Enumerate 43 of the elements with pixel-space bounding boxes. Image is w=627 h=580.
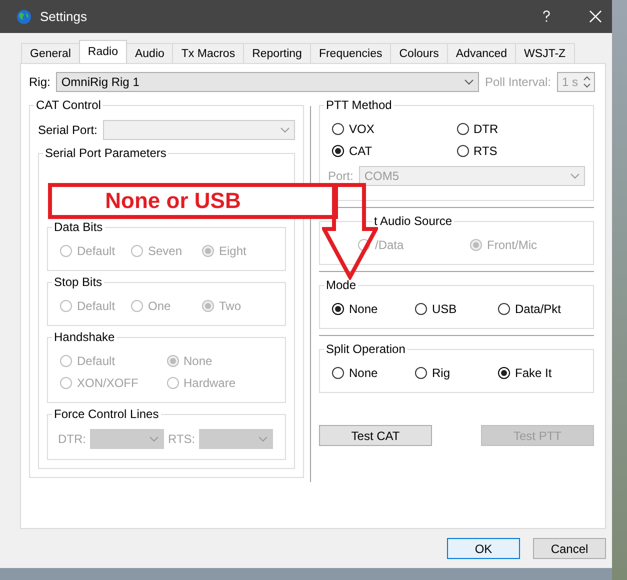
poll-interval-label: Poll Interval: bbox=[484, 75, 551, 89]
line-label: DTR: bbox=[58, 432, 86, 446]
chevron-down-icon bbox=[464, 79, 474, 85]
group-title: CAT Control bbox=[35, 98, 102, 112]
port-label: Port: bbox=[328, 169, 354, 183]
globe-icon bbox=[16, 8, 32, 24]
close-icon[interactable] bbox=[589, 10, 602, 23]
radio-button[interactable]: CAT bbox=[332, 142, 372, 160]
group-title: PTT Method bbox=[325, 98, 393, 112]
group-title: Serial Port Parameters bbox=[44, 146, 168, 160]
radio-button[interactable]: None bbox=[332, 300, 378, 318]
group-title: Force Control Lines bbox=[53, 407, 160, 421]
serial-port-label: Serial Port: bbox=[38, 123, 98, 137]
radio-button[interactable]: RTS bbox=[456, 142, 498, 160]
line-label: RTS: bbox=[168, 432, 196, 446]
callout-box: None or USB bbox=[48, 183, 338, 219]
group-title: t Audio Source bbox=[373, 214, 454, 228]
radio-button[interactable]: Data/Pkt bbox=[498, 300, 562, 318]
window-title: Settings bbox=[40, 9, 87, 24]
test-button[interactable]: Test CAT bbox=[319, 425, 432, 446]
chevron-down-icon bbox=[149, 436, 159, 442]
radio-button[interactable]: VOX bbox=[332, 120, 374, 138]
radio-button[interactable]: DTR bbox=[456, 120, 498, 138]
radio-button[interactable]: Rig bbox=[415, 364, 450, 382]
group-title: Data Bits bbox=[53, 220, 104, 234]
group-title: Handshake bbox=[53, 330, 116, 344]
group-title: Mode bbox=[325, 278, 358, 292]
rig-label: Rig: bbox=[29, 75, 50, 89]
dialog-button[interactable]: OK bbox=[447, 538, 520, 559]
group-title: Split Operation bbox=[325, 342, 406, 356]
tab[interactable]: WSJT-Z bbox=[515, 43, 575, 63]
tab[interactable]: Radio bbox=[78, 40, 127, 63]
rig-dropdown[interactable]: OmniRig Rig 1 bbox=[56, 72, 479, 92]
chevron-down-icon bbox=[570, 173, 580, 179]
radio-button[interactable]: USB bbox=[415, 300, 457, 318]
help-icon[interactable] bbox=[542, 10, 551, 23]
dialog-button[interactable]: Cancel bbox=[533, 538, 606, 559]
radio-button[interactable]: Fake It bbox=[498, 364, 552, 382]
radio-button[interactable]: None bbox=[332, 364, 378, 382]
chevron-down-icon bbox=[258, 436, 268, 442]
tab[interactable]: General bbox=[21, 43, 80, 63]
chevron-down-icon bbox=[280, 127, 290, 133]
group-title: Stop Bits bbox=[53, 275, 104, 289]
